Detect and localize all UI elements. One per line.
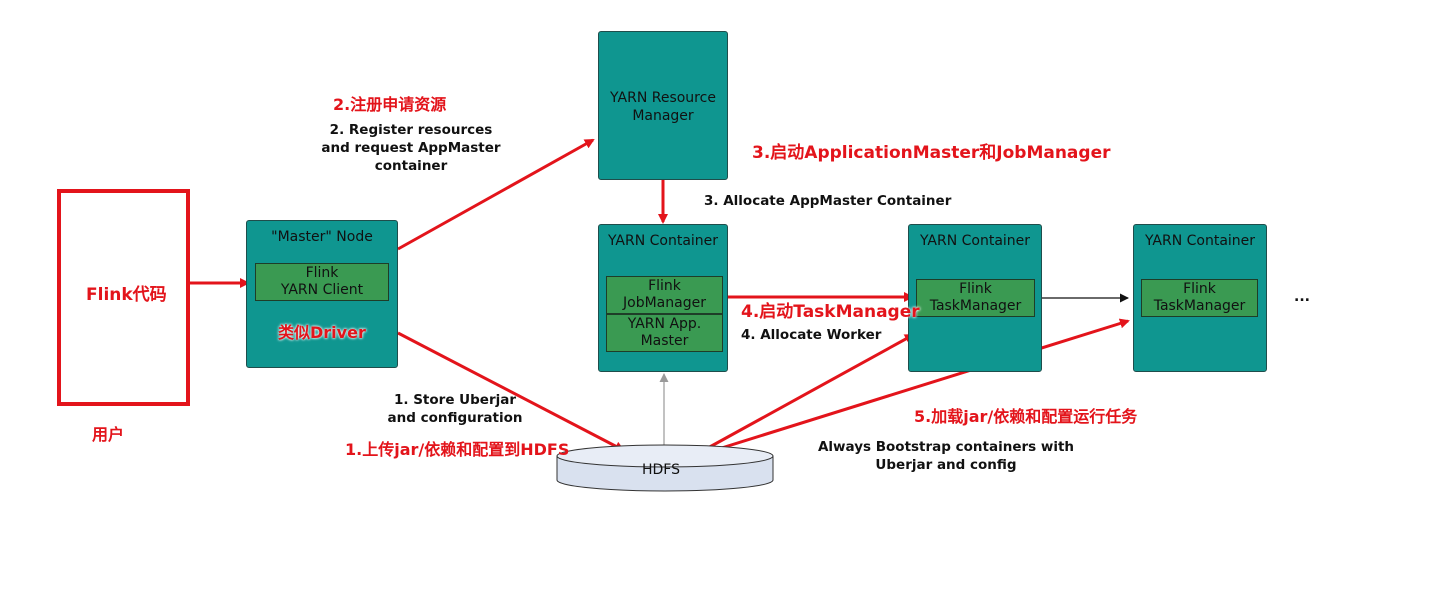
jobmanager-line1: Flink <box>648 278 681 294</box>
user-label: 用户 <box>92 425 125 444</box>
bootstrap-label: Always Bootstrap containers with Uberjar… <box>806 438 1086 474</box>
am-container-box: YARN Container Flink JobManager YARN App… <box>598 224 728 372</box>
taskmanager-1-line1: Flink <box>959 281 992 297</box>
step5-cn-label: 5.加载jar/依赖和配置运行任务 <box>914 407 1138 426</box>
bootstrap-line1: Always Bootstrap containers with <box>817 439 1075 455</box>
step1-en-label: 1. Store Uberjar and configuration <box>360 391 550 427</box>
yarn-client-line1: Flink <box>305 265 339 281</box>
master-node-box: "Master" Node Flink YARN Client <box>246 220 398 368</box>
jobmanager-box: Flink JobManager <box>606 276 723 314</box>
tm-container-1-title: YARN Container <box>919 233 1031 249</box>
step1-en-line1: 1. Store Uberjar <box>393 392 517 408</box>
master-node-title: "Master" Node <box>271 229 373 245</box>
appmaster-line2: Master <box>640 333 689 349</box>
appmaster-box: YARN App. Master <box>606 314 723 352</box>
taskmanager-1-box: Flink TaskManager <box>916 279 1035 317</box>
yarn-client-box: Flink YARN Client <box>255 263 389 301</box>
more-containers-ellipsis: ... <box>1294 289 1310 305</box>
step2-en-label: 2. Register resources and request AppMas… <box>306 121 516 175</box>
resource-manager-box: YARN Resource Manager <box>598 31 728 180</box>
step1-cn-label: 1.上传jar/依赖和配置到HDFS <box>345 440 570 459</box>
arrow-hdfs-to-tm1 <box>705 333 915 451</box>
driver-label: 类似Driver <box>278 323 366 342</box>
step3-cn-label: 3.启动ApplicationMaster和JobManager <box>752 143 1111 163</box>
tm-container-2-title: YARN Container <box>1144 233 1256 249</box>
hdfs-label: HDFS <box>642 462 681 478</box>
step2-en-line1: 2. Register resources <box>329 122 493 138</box>
rm-line1: YARN Resource <box>610 90 716 106</box>
am-container-title: YARN Container <box>607 233 719 249</box>
appmaster-line1: YARN App. <box>627 316 702 332</box>
step2-en-line2: and request AppMaster <box>321 140 501 156</box>
taskmanager-2-line2: TaskManager <box>1153 298 1246 314</box>
tm-container-2-box: YARN Container Flink TaskManager <box>1133 224 1267 372</box>
flink-code-label: Flink代码 <box>86 285 167 305</box>
rm-line2: Manager <box>632 108 694 124</box>
step3-en-label: 3. Allocate AppMaster Container <box>704 193 952 209</box>
taskmanager-2-box: Flink TaskManager <box>1141 279 1258 317</box>
taskmanager-1-line2: TaskManager <box>929 298 1022 314</box>
bootstrap-line2: Uberjar and config <box>875 457 1017 473</box>
step1-en-line2: and configuration <box>387 410 523 426</box>
jobmanager-line2: JobManager <box>623 295 706 311</box>
step2-cn-label: 2.注册申请资源 <box>333 95 447 114</box>
tm-container-1-box: YARN Container Flink TaskManager <box>908 224 1042 372</box>
step4-cn-label: 4.启动TaskManager <box>741 302 920 322</box>
taskmanager-2-line1: Flink <box>1183 281 1216 297</box>
step2-en-line3: container <box>374 158 448 174</box>
yarn-client-line2: YARN Client <box>280 282 364 298</box>
step4-en-label: 4. Allocate Worker <box>741 327 882 343</box>
